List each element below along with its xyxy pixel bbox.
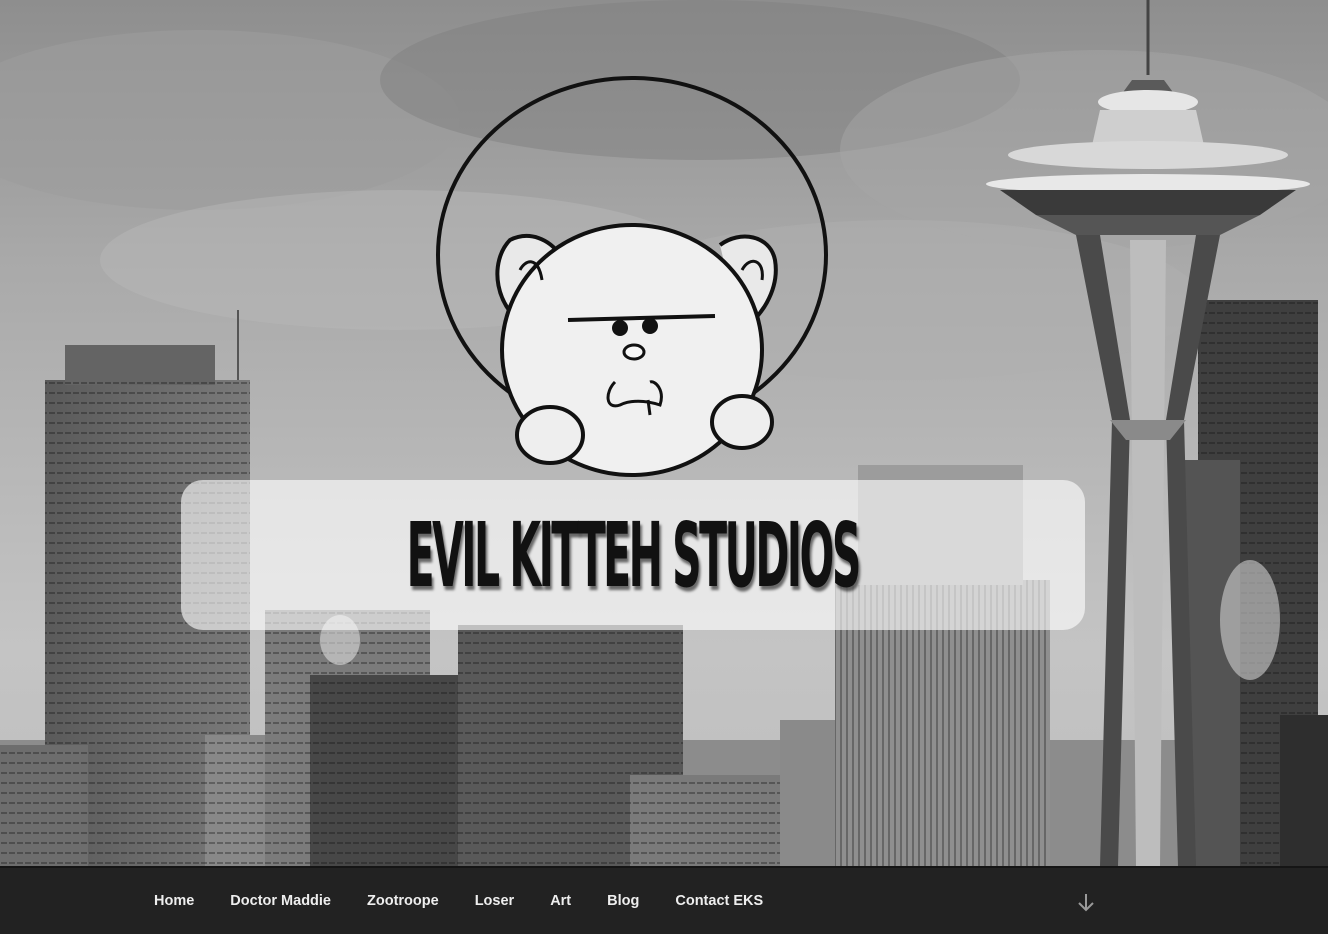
nav-item-art[interactable]: Art — [532, 893, 589, 909]
arrow-down-icon[interactable] — [1074, 888, 1098, 916]
main-navigation: Home Doctor Maddie Zootroope Loser Art B… — [0, 866, 1328, 934]
nav-item-blog[interactable]: Blog — [589, 893, 657, 909]
nav-item-zootroope[interactable]: Zootroope — [349, 893, 457, 909]
site-title[interactable]: Evil Kitteh Studios — [407, 503, 862, 607]
nav-item-loser[interactable]: Loser — [457, 893, 533, 909]
nav-menu: Home Doctor Maddie Zootroope Loser Art B… — [136, 868, 781, 934]
nav-item-doctor-maddie[interactable]: Doctor Maddie — [212, 893, 349, 909]
page: Evil Kitteh Studios Home Doctor Maddie Z… — [0, 0, 1328, 934]
evil-kitten-logo-icon — [436, 76, 828, 477]
site-title-panel: Evil Kitteh Studios — [181, 480, 1085, 630]
nav-item-contact-eks[interactable]: Contact EKS — [657, 893, 781, 909]
header-hero-image: Evil Kitteh Studios — [0, 0, 1328, 866]
nav-item-home[interactable]: Home — [136, 893, 212, 909]
